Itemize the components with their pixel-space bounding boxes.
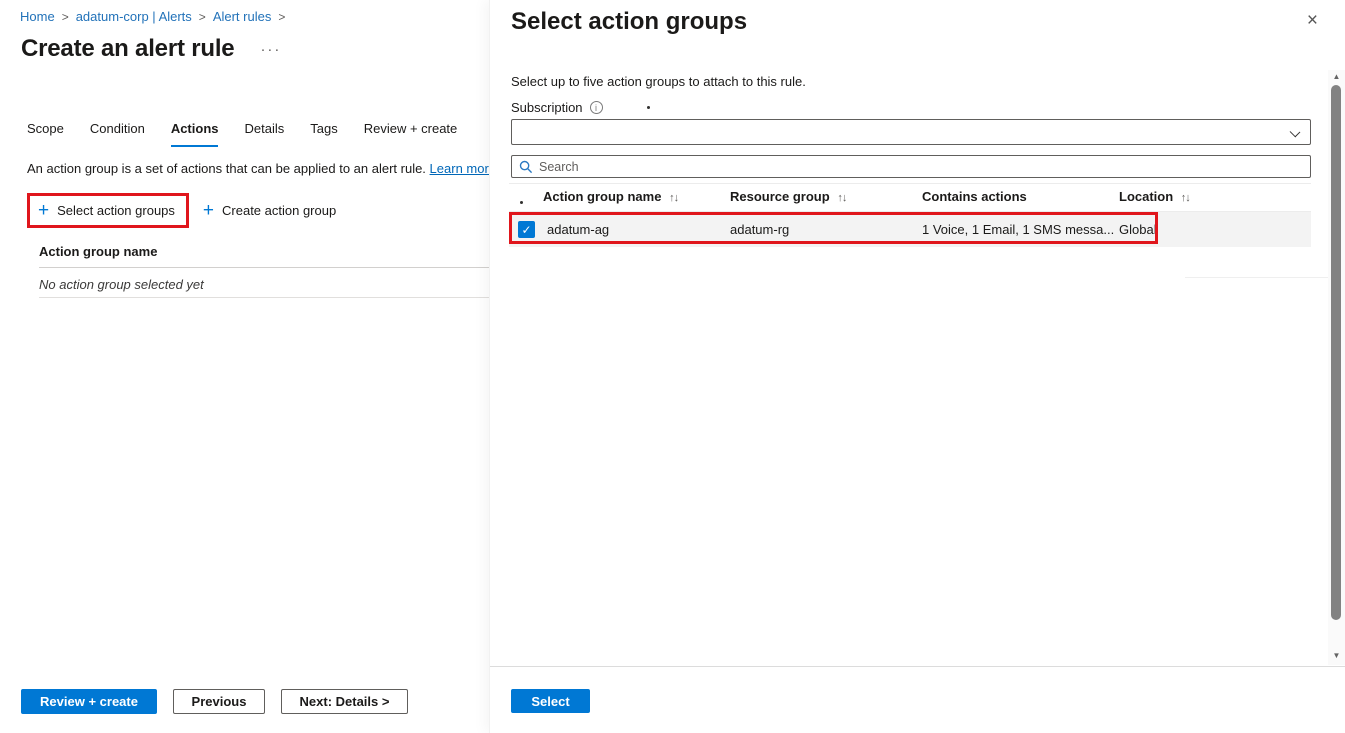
column-header-contains-actions[interactable]: Contains actions: [922, 189, 1027, 204]
row-checkbox-checked[interactable]: ✓: [518, 221, 535, 238]
breadcrumb-separator: >: [62, 10, 69, 24]
panel-scrollbar[interactable]: ▲ ▼: [1328, 70, 1345, 665]
breadcrumb-adatum-corp-alerts[interactable]: adatum-corp | Alerts: [76, 9, 192, 24]
column-header-action-group-name[interactable]: Action group name ↑↓: [543, 189, 678, 204]
actions-description: An action group is a set of actions that…: [27, 161, 496, 176]
tab-details[interactable]: Details: [244, 121, 284, 147]
select-button[interactable]: Select: [511, 689, 590, 713]
dot-marker: [647, 106, 650, 109]
breadcrumb-separator: >: [278, 10, 285, 24]
chevron-down-icon: [1290, 127, 1301, 138]
sort-icon: ↑↓: [1181, 192, 1190, 204]
sort-icon: ↑↓: [669, 192, 678, 204]
plus-icon: +: [38, 204, 49, 218]
scroll-down-icon[interactable]: ▼: [1328, 649, 1345, 663]
previous-button[interactable]: Previous: [173, 689, 265, 714]
create-action-group-button[interactable]: + Create action group: [203, 203, 336, 218]
column-header-location[interactable]: Location ↑↓: [1119, 189, 1190, 204]
select-all-dot[interactable]: [520, 201, 523, 204]
divider: [39, 297, 490, 298]
search-input[interactable]: [539, 160, 1303, 174]
sort-icon: ↑↓: [837, 192, 846, 204]
panel-subtitle: Select up to five action groups to attac…: [511, 74, 806, 89]
plus-icon: +: [203, 204, 214, 218]
cell-contains-actions: 1 Voice, 1 Email, 1 SMS messa...: [922, 222, 1114, 237]
cell-resource-group: adatum-rg: [730, 222, 789, 237]
next-details-button[interactable]: Next: Details >: [281, 689, 408, 714]
cell-location: Global: [1119, 222, 1157, 237]
tab-scope[interactable]: Scope: [27, 121, 64, 147]
table-header-row: Action group name ↑↓ Resource group ↑↓ C…: [509, 184, 1311, 211]
empty-action-group-message: No action group selected yet: [39, 277, 204, 292]
breadcrumb-home[interactable]: Home: [20, 9, 55, 24]
breadcrumb-separator: >: [199, 10, 206, 24]
review-create-button[interactable]: Review + create: [21, 689, 157, 714]
search-icon: [519, 160, 533, 174]
more-options-icon[interactable]: ···: [260, 41, 281, 58]
tab-review-create[interactable]: Review + create: [364, 121, 458, 147]
action-group-name-header: Action group name: [39, 244, 157, 259]
tab-actions[interactable]: Actions: [171, 121, 219, 147]
panel-title: Select action groups: [511, 8, 747, 36]
learn-more-link[interactable]: Learn more: [430, 161, 496, 176]
select-action-groups-panel: Select action groups × Select up to five…: [489, 0, 1345, 733]
annotation-box-select-action-groups: + Select action groups: [27, 193, 189, 228]
scroll-up-icon[interactable]: ▲: [1328, 70, 1345, 84]
table-row[interactable]: ✓ adatum-ag adatum-rg 1 Voice, 1 Email, …: [509, 212, 1311, 247]
page-title: Create an alert rule: [21, 35, 234, 63]
breadcrumb-alert-rules[interactable]: Alert rules: [213, 9, 272, 24]
info-icon[interactable]: i: [590, 101, 603, 114]
breadcrumb: Home > adatum-corp | Alerts > Alert rule…: [20, 9, 285, 24]
divider: [39, 267, 490, 268]
tab-condition[interactable]: Condition: [90, 121, 145, 147]
tab-tags[interactable]: Tags: [310, 121, 337, 147]
select-action-groups-button[interactable]: + Select action groups: [38, 203, 175, 218]
scrollbar-thumb[interactable]: [1331, 85, 1341, 620]
subscription-dropdown[interactable]: [511, 119, 1311, 145]
subscription-label: Subscription: [511, 100, 583, 115]
cell-action-group-name: adatum-ag: [547, 222, 609, 237]
close-icon[interactable]: ×: [1307, 11, 1318, 30]
search-box: [511, 155, 1311, 178]
column-header-resource-group[interactable]: Resource group ↑↓: [730, 189, 846, 204]
wizard-tabs: Scope Condition Actions Details Tags Rev…: [27, 121, 457, 147]
divider: [490, 666, 1345, 667]
divider: [1185, 277, 1330, 278]
